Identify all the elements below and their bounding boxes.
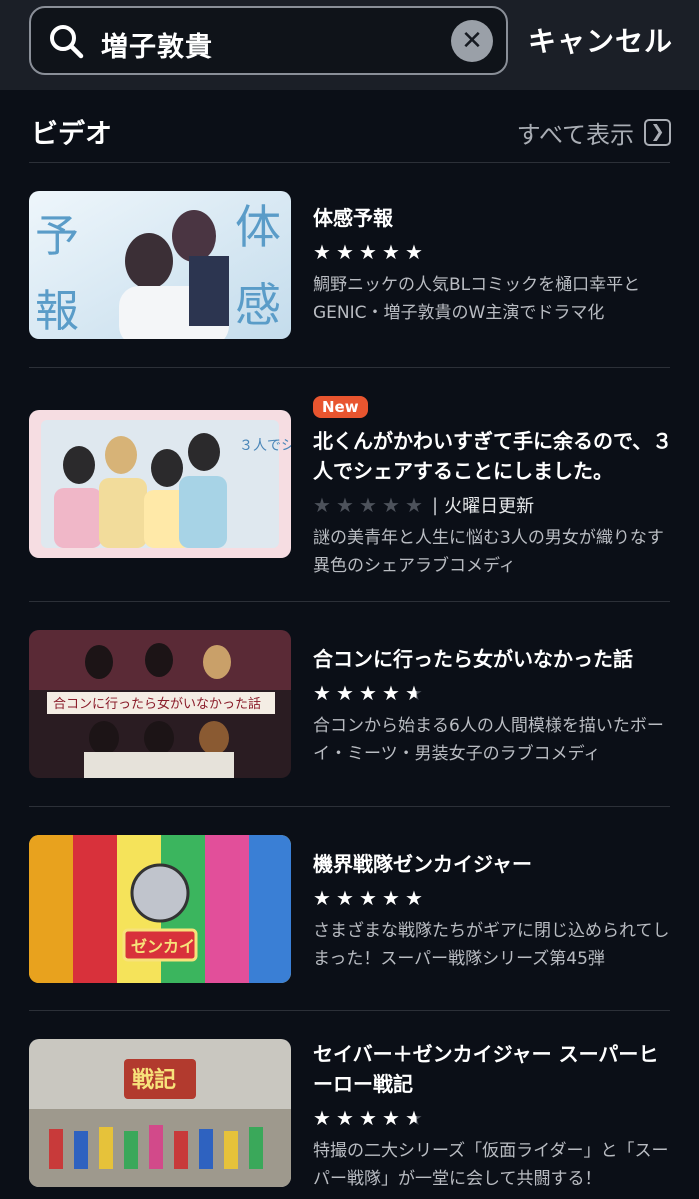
chevron-right-icon: ❯: [644, 119, 671, 146]
star-icon: ★: [405, 240, 423, 264]
star-half-icon: ★: [405, 1106, 428, 1130]
star-rating: ★ ★ ★ ★ ★: [313, 237, 673, 267]
video-description: 謎の美青年と人生に悩む3人の男女が織りなす異色のシェアラブコメディ: [313, 528, 664, 576]
star-icon: ★: [336, 493, 354, 517]
video-thumbnail[interactable]: 合コンに行ったら女がいなかった話: [29, 630, 291, 778]
search-query-text[interactable]: 増子敦貴: [101, 25, 213, 64]
video-title[interactable]: セイバー＋ゼンカイジャー スーパーヒーロー戦記: [313, 1039, 673, 1099]
clear-search-button[interactable]: ✕: [451, 20, 493, 62]
video-description: 合コンから始まる6人の人間模様を描いたボーイ・ミーツ・男装女子のラブコメディ: [313, 716, 664, 764]
svg-text:感: 感: [235, 278, 281, 332]
video-item[interactable]: ３人でシェア New 北くんがかわいすぎて手に余るので、３人でシェアすることにし…: [0, 368, 699, 576]
star-icon: ★: [382, 240, 400, 264]
video-thumbnail[interactable]: 戦記: [29, 1039, 291, 1187]
new-badge: New: [313, 396, 368, 418]
star-icon: ★: [382, 681, 400, 705]
section-title: ビデオ: [31, 119, 112, 150]
show-all-link[interactable]: すべて表示 ❯: [517, 115, 671, 150]
star-icon: ★: [336, 1106, 354, 1130]
star-icon: ★: [359, 240, 377, 264]
video-item[interactable]: 戦記 セイバー＋ゼンカイジャー スーパーヒーロー戦記 ★ ★ ★ ★ ★ 特撮の二大シリ…: [0, 1011, 699, 1199]
svg-text:合コンに行ったら女がいなかった話: 合コンに行ったら女がいなかった話: [53, 696, 261, 712]
cancel-button[interactable]: キャンセル: [528, 20, 673, 60]
star-icon: ★: [313, 240, 331, 264]
star-icon: ★: [336, 240, 354, 264]
svg-text:報: 報: [35, 286, 79, 337]
star-rating: ★ ★ ★ ★ ★: [313, 883, 673, 913]
svg-text:体: 体: [235, 200, 281, 254]
thumbnail-image: 合コンに行ったら女がいなかった話: [29, 630, 291, 778]
video-item[interactable]: 予 報 体 感 体感予報 ★ ★ ★ ★ ★ 鯛野ニッケの人気BLコミックを樋口幸平とG…: [0, 163, 699, 368]
star-icon: ★: [359, 886, 377, 910]
video-title[interactable]: 機界戦隊ゼンカイジャー: [313, 849, 673, 879]
svg-text:３人でシェア: ３人でシェア: [239, 438, 291, 454]
star-icon: ★: [405, 886, 423, 910]
video-title[interactable]: 北くんがかわいすぎて手に余るので、３人でシェアすることにしました。: [313, 426, 673, 486]
search-icon: [50, 25, 84, 59]
star-icon: ★: [382, 493, 400, 517]
video-description: 特撮の二大シリーズ「仮面ライダー」と「スーパー戦隊」が一堂に会して共闘する！: [313, 1141, 669, 1189]
svg-text:予: 予: [35, 211, 79, 262]
star-icon: ★: [336, 681, 354, 705]
video-item[interactable]: 合コンに行ったら女がいなかった話 合コンに行ったら女がいなかった話 ★ ★ ★ ★ ★ …: [0, 602, 699, 807]
svg-text:ゼンカイ: ゼンカイ: [131, 937, 195, 956]
star-half-icon: ★: [405, 681, 428, 705]
star-icon: ★: [313, 681, 331, 705]
video-thumbnail[interactable]: ゼンカイ: [29, 835, 291, 983]
star-rating: ★ ★ ★ ★ ★ | 火曜日更新: [313, 490, 673, 520]
separator: |: [432, 494, 439, 516]
search-header: 増子敦貴 ✕ キャンセル: [0, 0, 699, 90]
thumbnail-image: ゼンカイ: [29, 835, 291, 983]
video-info: セイバー＋ゼンカイジャー スーパーヒーロー戦記 ★ ★ ★ ★ ★ 特撮の二大シリーズ「…: [313, 1039, 673, 1193]
close-icon: ✕: [461, 26, 483, 56]
thumbnail-image: 戦記: [29, 1039, 291, 1187]
video-info: 合コンに行ったら女がいなかった話 ★ ★ ★ ★ ★ 合コンから始まる6人の人間模様を描…: [313, 644, 673, 768]
video-description: 鯛野ニッケの人気BLコミックを樋口幸平とGENIC・増子敦貴のW主演でドラマ化: [313, 275, 641, 323]
star-rating: ★ ★ ★ ★ ★: [313, 678, 673, 708]
video-info: 機界戦隊ゼンカイジャー ★ ★ ★ ★ ★ さまざまな戦隊たちがギアに閉じ込められてしま…: [313, 849, 673, 973]
video-thumbnail[interactable]: ３人でシェア: [29, 410, 291, 558]
star-icon: ★: [313, 493, 331, 517]
svg-text:戦記: 戦記: [132, 1067, 176, 1093]
star-icon: ★: [336, 886, 354, 910]
star-icon: ★: [382, 886, 400, 910]
video-title[interactable]: 体感予報: [313, 203, 673, 233]
star-icon: ★: [313, 1106, 331, 1130]
star-icon: ★: [359, 681, 377, 705]
schedule-label: 火曜日更新: [444, 496, 535, 517]
video-thumbnail[interactable]: 予 報 体 感: [29, 191, 291, 339]
show-all-label: すべて表示: [516, 121, 634, 149]
video-info: New 北くんがかわいすぎて手に余るので、３人でシェアすることにしました。 ★ ★…: [313, 396, 673, 580]
thumbnail-image: 予 報 体 感: [29, 191, 291, 339]
thumbnail-image: ３人でシェア: [29, 410, 291, 558]
video-info: 体感予報 ★ ★ ★ ★ ★ 鯛野ニッケの人気BLコミックを樋口幸平とGENIC・増子敦…: [313, 203, 673, 327]
search-input[interactable]: 増子敦貴 ✕: [29, 6, 508, 75]
video-title[interactable]: 合コンに行ったら女がいなかった話: [313, 644, 673, 674]
star-icon: ★: [313, 886, 331, 910]
star-icon: ★: [382, 1106, 400, 1130]
star-icon: ★: [359, 1106, 377, 1130]
star-icon: ★: [405, 493, 423, 517]
star-icon: ★: [359, 493, 377, 517]
star-rating: ★ ★ ★ ★ ★: [313, 1103, 673, 1133]
video-description: さまざまな戦隊たちがギアに閉じ込められてしまった！スーパー戦隊シリーズ第45弾: [313, 921, 670, 969]
video-item[interactable]: ゼンカイ 機界戦隊ゼンカイジャー ★ ★ ★ ★ ★ さまざまな戦隊たちがギアに閉じ込め…: [0, 807, 699, 1012]
